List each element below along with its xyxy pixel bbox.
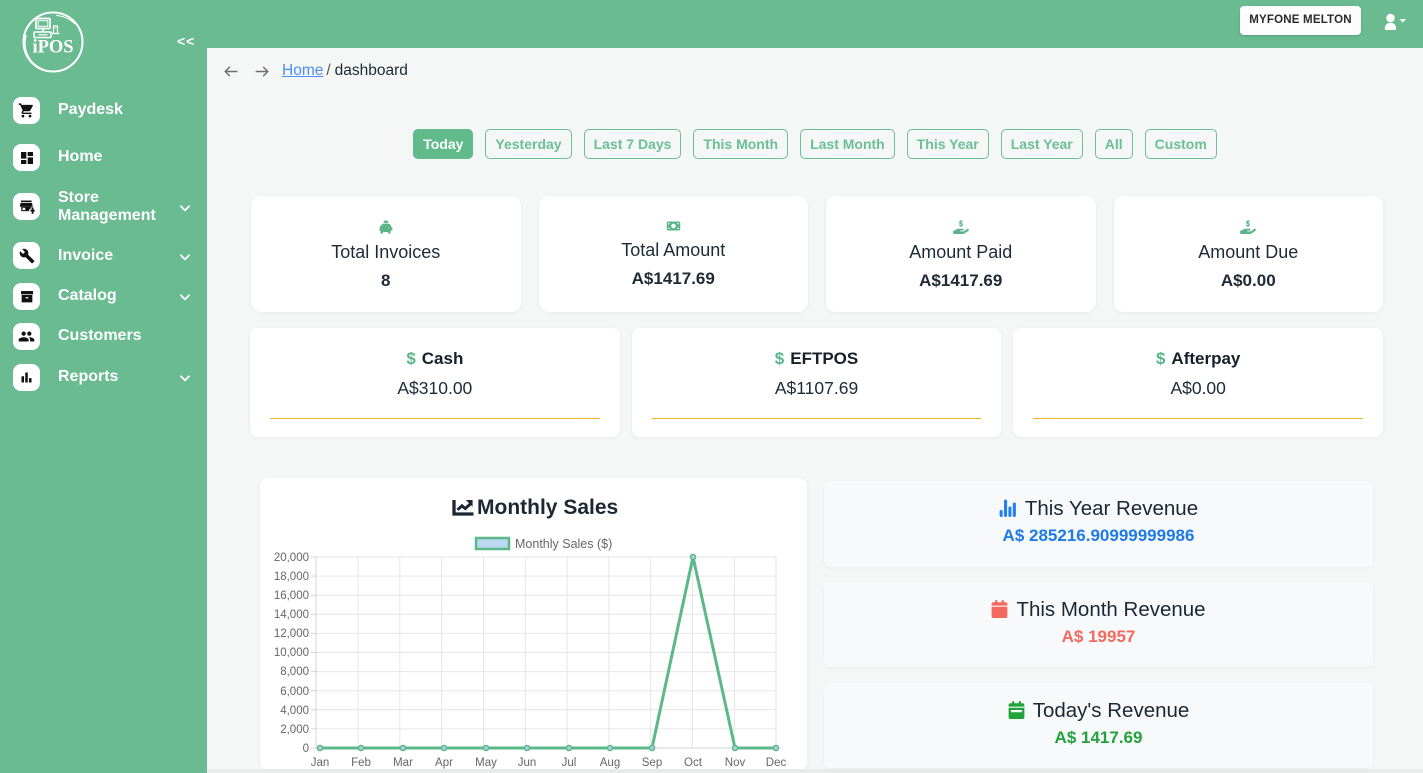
svg-text:20,000: 20,000 [274, 552, 309, 564]
svg-text:10,000: 10,000 [274, 647, 309, 659]
svg-text:18,000: 18,000 [274, 571, 309, 583]
svg-text:Nov: Nov [725, 757, 746, 769]
svg-text:Apr: Apr [435, 757, 453, 769]
svg-text:16,000: 16,000 [274, 590, 309, 602]
svg-text:Jun: Jun [518, 757, 537, 769]
svg-text:Jul: Jul [562, 757, 577, 769]
svg-text:Dec: Dec [766, 757, 787, 769]
svg-text:14,000: 14,000 [274, 609, 309, 621]
svg-text:Jan: Jan [311, 757, 330, 769]
svg-text:2,000: 2,000 [280, 724, 309, 736]
svg-text:Mar: Mar [393, 757, 413, 769]
svg-text:12,000: 12,000 [274, 628, 309, 640]
svg-text:Sep: Sep [642, 757, 662, 769]
svg-text:Monthly Sales: Monthly Sales [477, 496, 618, 519]
svg-text:4,000: 4,000 [280, 705, 309, 717]
svg-text:Feb: Feb [351, 757, 371, 769]
svg-text:Monthly Sales ($): Monthly Sales ($) [515, 537, 612, 551]
svg-text:Aug: Aug [600, 757, 620, 769]
svg-text:iPOS: iPOS [32, 38, 73, 58]
svg-text:6,000: 6,000 [280, 686, 309, 698]
svg-text:May: May [475, 757, 497, 769]
svg-text:Oct: Oct [684, 757, 703, 769]
svg-text:8,000: 8,000 [280, 666, 309, 678]
svg-text:0: 0 [303, 743, 309, 755]
